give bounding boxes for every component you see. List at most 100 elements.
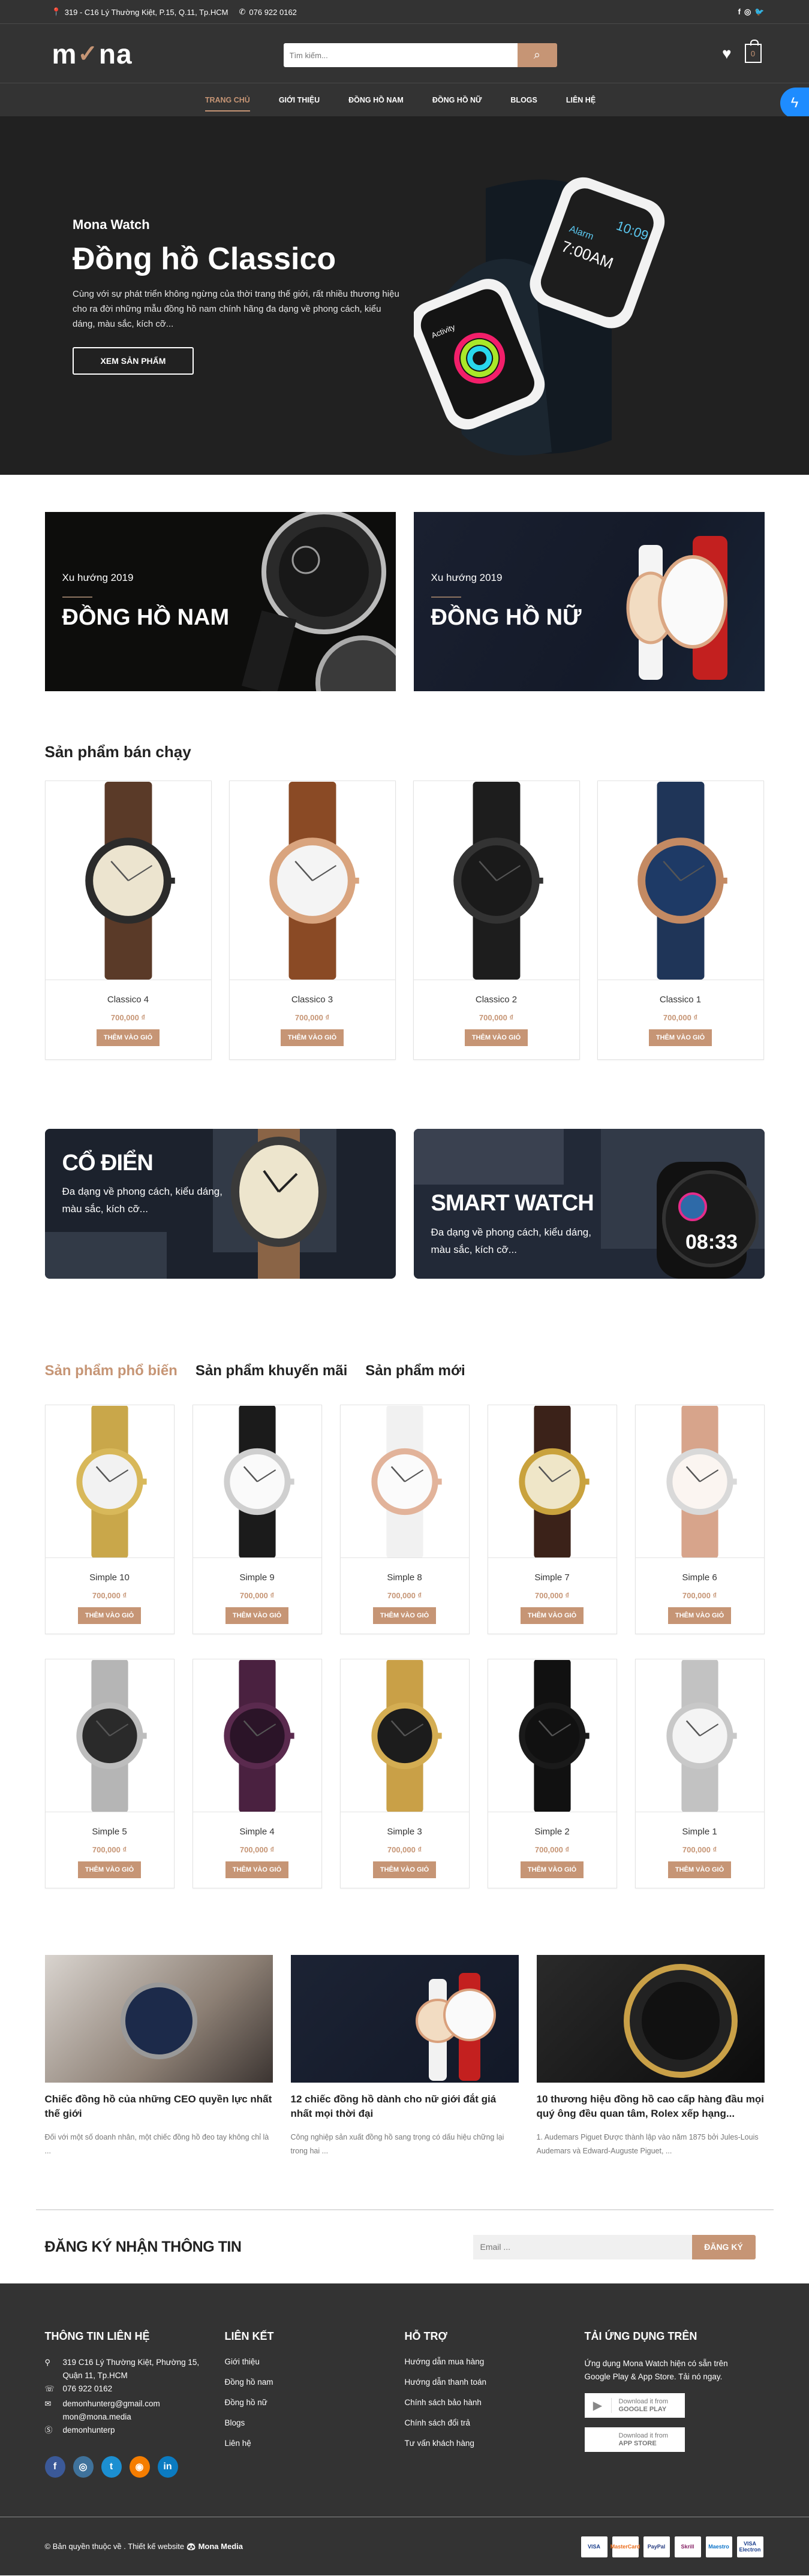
view-products-button[interactable]: XEM SẢN PHẨM [73, 347, 194, 375]
product-tab[interactable]: Sản phẩm khuyến mãi [196, 1363, 347, 1379]
blog-title[interactable]: 10 thương hiệu đồng hồ cao cấp hàng đầu … [537, 2092, 765, 2121]
add-to-cart-button[interactable]: THÊM VÀO GIỎ [372, 1607, 437, 1624]
footer-link[interactable]: Chính sách đổi trả [405, 2418, 585, 2429]
contact-skype[interactable]: demonhunterp [63, 2424, 115, 2437]
add-to-cart-button[interactable]: THÊM VÀO GIỎ [280, 1029, 344, 1046]
product-image[interactable] [635, 1405, 764, 1558]
footer-link[interactable]: Hướng dẫn mua hàng [405, 2357, 585, 2368]
product-image[interactable] [193, 1405, 321, 1558]
nav-item[interactable]: LIÊN HỆ [566, 92, 596, 108]
phone-text[interactable]: 076 922 0162 [249, 8, 297, 17]
footer-link[interactable]: Hướng dẫn thanh toán [405, 2378, 585, 2388]
product-card[interactable]: Simple 2 700,000 ₫ THÊM VÀO GIỎ [487, 1659, 617, 1888]
linkedin-icon[interactable]: in [157, 2456, 178, 2478]
brand-link[interactable]: Mona Media [199, 2542, 243, 2551]
add-to-cart-button[interactable]: THÊM VÀO GIỎ [225, 1607, 289, 1624]
facebook-icon[interactable]: f [44, 2456, 65, 2478]
app-store-badge[interactable]: Download it from APP STORE [584, 2427, 685, 2452]
contact-email[interactable]: demonhunterg@gmail.com [63, 2399, 160, 2408]
twitter-icon[interactable]: 🐦 [754, 7, 764, 17]
search-button[interactable]: ⌕ [517, 43, 557, 67]
add-to-cart-button[interactable]: THÊM VÀO GIỎ [372, 1861, 437, 1878]
product-name[interactable]: Simple 1 [636, 1827, 764, 1837]
product-name[interactable]: Simple 9 [193, 1572, 321, 1583]
blog-title[interactable]: 12 chiếc đồng hồ dành cho nữ giới đắt gi… [291, 2092, 519, 2121]
product-name[interactable]: Classico 2 [414, 995, 579, 1005]
product-name[interactable]: Simple 5 [46, 1827, 174, 1837]
nav-item[interactable]: ĐỒNG HỒ NAM [348, 92, 404, 108]
product-name[interactable]: Simple 10 [46, 1572, 174, 1583]
add-to-cart-button[interactable]: THÊM VÀO GIỎ [77, 1607, 142, 1624]
contact-phone[interactable]: 076 922 0162 [63, 2382, 113, 2396]
product-card[interactable]: Classico 4 700,000 ₫ THÊM VÀO GIỎ [44, 781, 212, 1060]
product-name[interactable]: Simple 2 [488, 1827, 616, 1837]
product-card[interactable]: Simple 1 700,000 ₫ THÊM VÀO GIỎ [634, 1659, 765, 1888]
blog-title[interactable]: Chiếc đồng hồ của những CEO quyền lực nh… [45, 2092, 273, 2121]
blog-post[interactable]: 10 thương hiệu đồng hồ cao cấp hàng đầu … [536, 1955, 765, 2158]
product-image[interactable] [45, 781, 211, 980]
newsletter-email-input[interactable] [473, 2234, 692, 2259]
product-image[interactable] [413, 781, 579, 980]
product-card[interactable]: Simple 5 700,000 ₫ THÊM VÀO GIỎ [44, 1659, 175, 1888]
product-image[interactable] [597, 781, 763, 980]
product-name[interactable]: Simple 8 [341, 1572, 469, 1583]
cart-icon[interactable]: 0 [744, 40, 762, 63]
rss-icon[interactable]: ◉ [129, 2456, 150, 2478]
product-card[interactable]: Classico 3 700,000 ₫ THÊM VÀO GIỎ [228, 781, 396, 1060]
add-to-cart-button[interactable]: THÊM VÀO GIỎ [520, 1607, 584, 1624]
product-card[interactable]: Simple 7 700,000 ₫ THÊM VÀO GIỎ [487, 1405, 617, 1634]
classic-promo-banner[interactable]: CỔ ĐIỂN Đa dạng về phong cách, kiểu dáng… [44, 1129, 396, 1279]
nav-item[interactable]: TRANG CHỦ [204, 92, 250, 112]
footer-link[interactable]: Tư vấn khách hàng [405, 2439, 585, 2450]
add-to-cart-button[interactable]: THÊM VÀO GIỎ [225, 1861, 289, 1878]
product-card[interactable]: Classico 2 700,000 ₫ THÊM VÀO GIỎ [413, 781, 580, 1060]
add-to-cart-button[interactable]: THÊM VÀO GIỎ [667, 1861, 732, 1878]
product-card[interactable]: Simple 9 700,000 ₫ THÊM VÀO GIỎ [192, 1405, 322, 1634]
blog-image[interactable] [290, 1955, 519, 2083]
nav-item[interactable]: GIỚI THIỆU [279, 92, 320, 108]
footer-link[interactable]: Blogs [225, 2418, 405, 2429]
blog-post[interactable]: 12 chiếc đồng hồ dành cho nữ giới đắt gi… [290, 1955, 519, 2158]
product-card[interactable]: Simple 8 700,000 ₫ THÊM VÀO GIỎ [339, 1405, 470, 1634]
product-name[interactable]: Simple 4 [193, 1827, 321, 1837]
product-name[interactable]: Classico 1 [598, 995, 763, 1005]
add-to-cart-button[interactable]: THÊM VÀO GIỎ [96, 1029, 160, 1046]
product-image[interactable] [45, 1405, 174, 1558]
product-card[interactable]: Simple 6 700,000 ₫ THÊM VÀO GIỎ [634, 1405, 765, 1634]
product-image[interactable] [45, 1659, 174, 1812]
footer-link[interactable]: Đồng hồ nữ [225, 2398, 405, 2409]
wishlist-heart-icon[interactable]: ♥ [722, 44, 731, 63]
product-card[interactable]: Classico 1 700,000 ₫ THÊM VÀO GIỎ [597, 781, 764, 1060]
add-to-cart-button[interactable]: THÊM VÀO GIỎ [667, 1607, 732, 1624]
product-image[interactable] [635, 1659, 764, 1812]
logo[interactable]: m ✓ na [52, 38, 133, 70]
footer-link[interactable]: Chính sách bảo hành [405, 2398, 585, 2409]
nav-item[interactable]: ĐỒNG HỒ NỮ [432, 92, 482, 108]
contact-email[interactable]: mon@mona.media [63, 2412, 131, 2421]
product-image[interactable] [193, 1659, 321, 1812]
product-image[interactable] [488, 1405, 616, 1558]
add-to-cart-button[interactable]: THÊM VÀO GIỎ [648, 1029, 712, 1046]
womens-watches-banner[interactable]: Xu hướng 2019 ĐỒNG HỒ NỮ [413, 512, 765, 691]
product-image[interactable] [488, 1659, 616, 1812]
add-to-cart-button[interactable]: THÊM VÀO GIỎ [464, 1029, 528, 1046]
blog-image[interactable] [44, 1955, 273, 2083]
product-card[interactable]: Simple 10 700,000 ₫ THÊM VÀO GIỎ [44, 1405, 175, 1634]
twitter-icon[interactable]: t [101, 2456, 122, 2478]
footer-link[interactable]: Giới thiệu [225, 2357, 405, 2368]
product-card[interactable]: Simple 3 700,000 ₫ THÊM VÀO GIỎ [339, 1659, 470, 1888]
product-image[interactable] [229, 781, 395, 980]
product-name[interactable]: Classico 3 [230, 995, 395, 1005]
product-name[interactable]: Simple 6 [636, 1572, 764, 1583]
add-to-cart-button[interactable]: THÊM VÀO GIỎ [77, 1861, 142, 1878]
instagram-icon[interactable]: ◎ [744, 7, 751, 17]
product-image[interactable] [340, 1405, 469, 1558]
footer-link[interactable]: Đồng hồ nam [225, 2378, 405, 2388]
messenger-chat-button[interactable]: ϟ [780, 88, 809, 119]
blog-post[interactable]: Chiếc đồng hồ của những CEO quyền lực nh… [44, 1955, 273, 2158]
add-to-cart-button[interactable]: THÊM VÀO GIỎ [520, 1861, 584, 1878]
product-name[interactable]: Simple 7 [488, 1572, 616, 1583]
nav-item[interactable]: BLOGS [510, 92, 537, 108]
search-input[interactable] [283, 43, 518, 67]
facebook-icon[interactable]: f [738, 7, 741, 17]
